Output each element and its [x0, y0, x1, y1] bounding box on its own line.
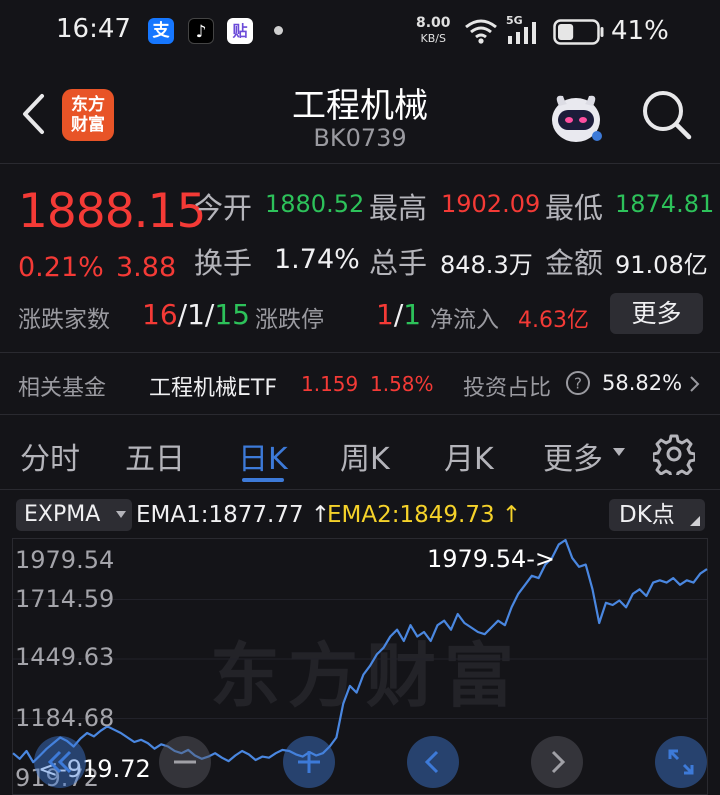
net-speed: 8.00 KB/S	[416, 16, 451, 46]
help-icon[interactable]: ?	[565, 370, 591, 396]
change-amount: 3.88	[116, 252, 177, 283]
max-annotation: 1979.54->	[427, 545, 556, 573]
turnover-value: 1.74%	[274, 244, 360, 275]
inflow-label: 净流入	[430, 307, 499, 333]
wifi-icon	[465, 19, 497, 44]
down-count: 15	[214, 298, 250, 331]
fund-label: 相关基金	[18, 376, 107, 401]
zoom-in-button[interactable]	[283, 736, 335, 788]
net-speed-unit: KB/S	[420, 32, 446, 45]
tab-five-day[interactable]: 五日	[125, 434, 185, 478]
tie-icon: 贴	[227, 18, 253, 44]
expand-icon	[668, 749, 694, 775]
zoom-out-button[interactable]	[159, 736, 211, 788]
current-price: 1888.15	[18, 184, 206, 239]
ema1-readout: EMA1:1877.77 ↑	[136, 502, 330, 528]
robot-assistant-icon[interactable]	[545, 88, 607, 146]
fund-percent: 1.58%	[370, 372, 434, 396]
updown-counts: 16/1/15	[142, 298, 250, 331]
ema2-value: EMA2:1849.73	[327, 502, 495, 528]
updown-label: 涨跌家数	[18, 307, 110, 333]
ema2-readout: EMA2:1849.73 ↑	[327, 502, 521, 528]
chevron-left-icon	[424, 750, 439, 774]
more-quote-button[interactable]: 更多	[610, 293, 703, 334]
indicator-label: EXPMA	[24, 502, 101, 527]
tab-more[interactable]: 更多	[543, 434, 603, 478]
fund-divider	[0, 414, 720, 415]
svg-text:?: ?	[574, 375, 582, 393]
y-tick-label: 1979.54	[15, 546, 115, 574]
tiktok-icon: ♪	[188, 18, 214, 44]
tab-intraday[interactable]: 分时	[20, 434, 80, 478]
limit-down-count: 1	[403, 298, 422, 331]
header-divider	[0, 163, 720, 164]
indicator-selector[interactable]: EXPMA	[16, 499, 132, 531]
flat-count: 1	[187, 298, 205, 331]
fund-name[interactable]: 工程机械ETF	[149, 370, 277, 402]
chevron-right-icon	[551, 750, 566, 774]
open-label: 今开	[194, 191, 253, 225]
dk-label: DK点	[619, 502, 675, 528]
fund-price: 1.159	[301, 372, 359, 396]
fullscreen-button[interactable]	[655, 736, 707, 788]
prev-button[interactable]	[407, 736, 459, 788]
tab-monthly-k[interactable]: 月K	[444, 434, 494, 478]
high-label: 最高	[369, 191, 428, 225]
page-title: 工程机械	[292, 86, 428, 126]
double-chevron-left-icon	[47, 750, 72, 774]
corner-triangle-icon	[690, 516, 700, 526]
indicator-dropdown-icon	[116, 511, 126, 518]
limit-up-count: 1	[376, 298, 394, 331]
tab-daily-k[interactable]: 日K	[238, 434, 288, 478]
up-count: 16	[142, 298, 178, 331]
status-time: 16:47	[56, 14, 131, 44]
minus-icon	[174, 760, 196, 764]
next-button[interactable]	[531, 736, 583, 788]
ratio-value: 58.82%	[602, 371, 683, 395]
y-tick-label: 1184.68	[15, 704, 115, 732]
gear-icon[interactable]	[653, 433, 695, 475]
ema2-up-arrow-icon: ↑	[501, 502, 522, 528]
y-tick-label: 1449.63	[15, 643, 115, 671]
volume-label: 总手	[369, 246, 428, 280]
search-icon[interactable]	[640, 88, 694, 142]
active-tab-indicator	[242, 478, 284, 482]
alipay-icon: 支	[148, 18, 174, 44]
turnover-label: 换手	[194, 246, 253, 280]
high-value: 1902.09	[441, 190, 541, 218]
amount-value: 91.08亿	[615, 251, 708, 279]
signal-icon	[508, 22, 536, 44]
plus-icon	[298, 751, 320, 773]
scroll-start-button[interactable]	[34, 736, 86, 788]
tabs-divider	[0, 489, 720, 490]
battery-icon	[553, 19, 604, 45]
low-value: 1874.81	[615, 190, 715, 218]
ratio-label: 投资占比	[463, 376, 552, 401]
tab-weekly-k[interactable]: 周K	[340, 434, 390, 478]
ema1-value: EMA1:1877.77	[136, 502, 304, 528]
y-tick-label: 1714.59	[15, 585, 115, 613]
battery-percent: 41%	[611, 16, 669, 46]
status-bar: 16:47 支 ♪ 贴 8.00 KB/S 5G 41%	[0, 0, 720, 64]
amount-label: 金额	[545, 246, 604, 280]
dk-point-button[interactable]: DK点	[609, 499, 705, 531]
net-speed-value: 8.00	[416, 15, 451, 31]
dropdown-triangle-icon	[613, 448, 625, 456]
volume-value: 848.3万	[440, 251, 533, 279]
change-percent: 0.21%	[18, 252, 104, 283]
limit-label: 涨跌停	[255, 307, 324, 333]
notification-dot-icon	[274, 26, 283, 35]
limit-counts: 1/1	[376, 298, 422, 331]
low-label: 最低	[545, 191, 604, 225]
price-line	[12, 538, 708, 764]
chevron-right-icon	[690, 376, 700, 392]
inflow-value: 4.63亿	[518, 308, 589, 333]
sector-code: BK0739	[313, 124, 407, 152]
open-value: 1880.52	[265, 190, 365, 218]
